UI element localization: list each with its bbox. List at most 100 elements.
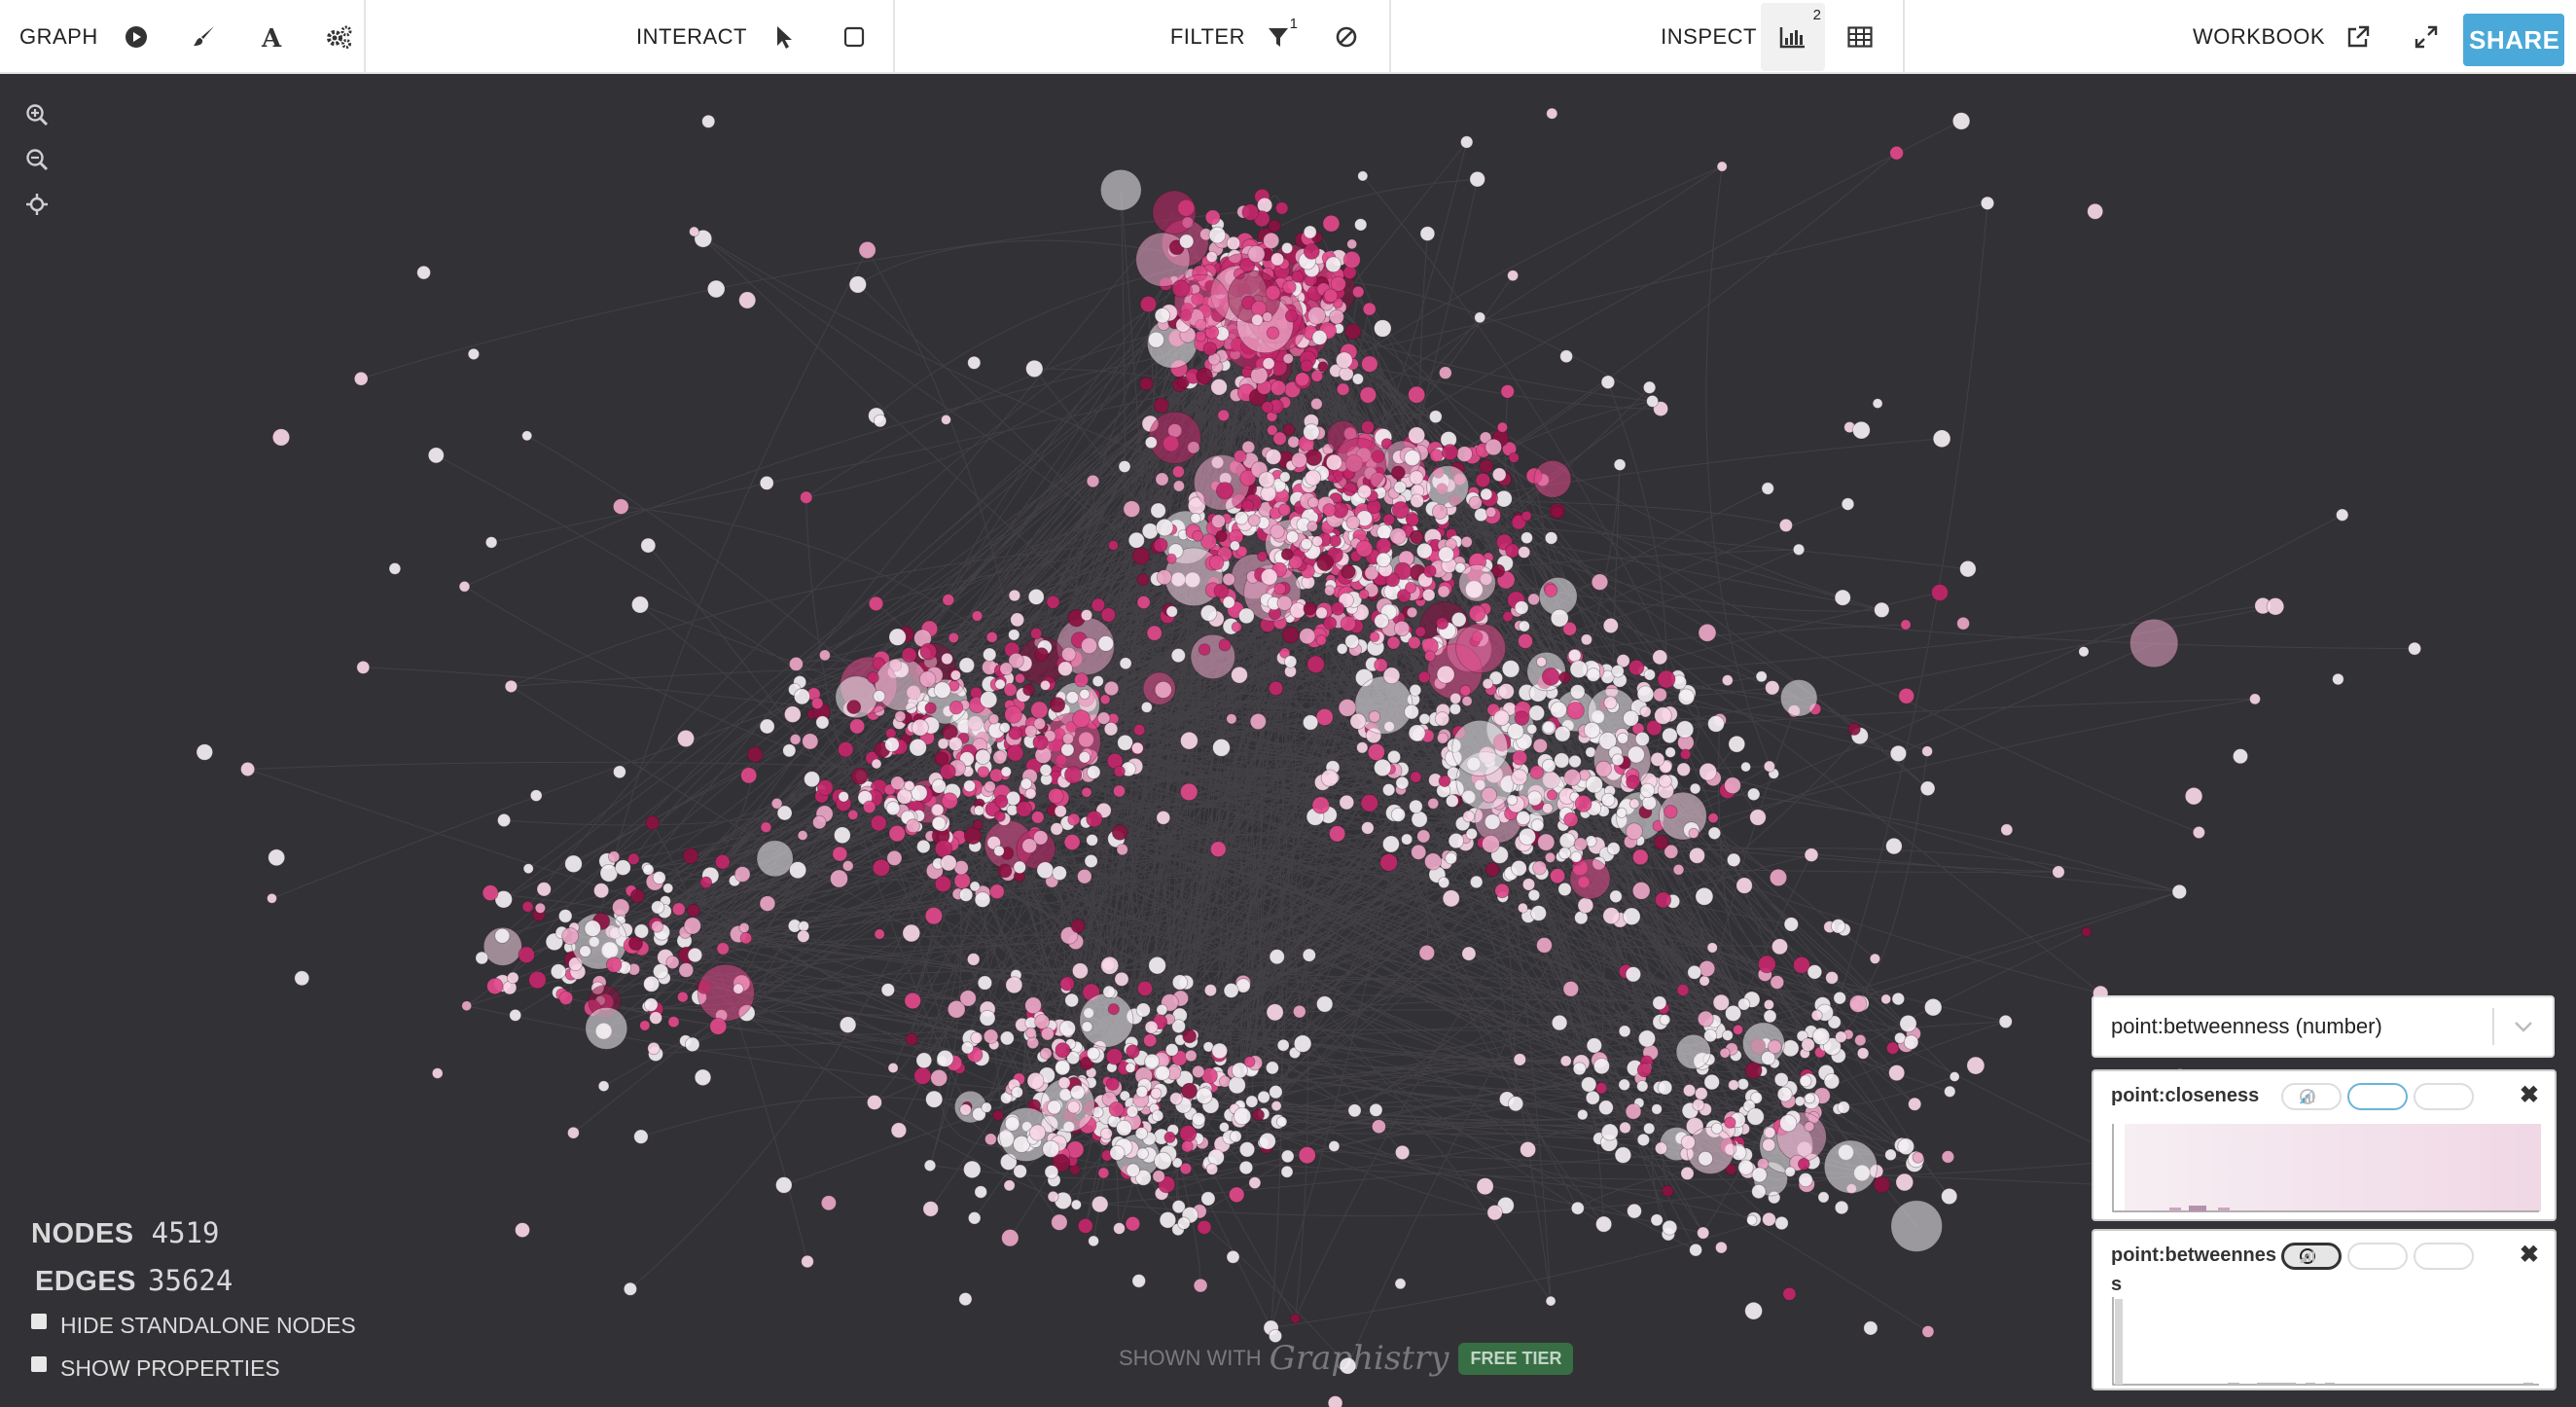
graph-node[interactable] bbox=[1872, 398, 1883, 410]
graph-node[interactable] bbox=[1698, 623, 1717, 642]
graph-node[interactable] bbox=[1480, 487, 1493, 501]
graph-node[interactable] bbox=[1664, 805, 1678, 819]
graph-node[interactable] bbox=[1105, 1048, 1124, 1065]
graph-node[interactable] bbox=[992, 1109, 1004, 1122]
graph-node[interactable] bbox=[1100, 607, 1117, 623]
graph-node[interactable] bbox=[1572, 1062, 1587, 1076]
graph-node[interactable] bbox=[550, 963, 567, 980]
graph-node[interactable] bbox=[1008, 589, 1021, 602]
graph-node[interactable] bbox=[1238, 1160, 1254, 1175]
graph-node[interactable] bbox=[1231, 621, 1242, 632]
graph-node[interactable] bbox=[1126, 1105, 1139, 1118]
graph-node[interactable] bbox=[1469, 875, 1484, 889]
graph-node[interactable] bbox=[521, 430, 533, 442]
graph-node[interactable] bbox=[746, 746, 764, 763]
graph-node[interactable] bbox=[558, 991, 574, 1005]
graph-node[interactable] bbox=[643, 975, 660, 992]
graph-node[interactable] bbox=[1047, 1100, 1062, 1115]
graph-node[interactable] bbox=[1143, 1033, 1158, 1048]
graph-node[interactable] bbox=[924, 702, 937, 714]
graph-node[interactable] bbox=[1150, 502, 1166, 519]
graph-node[interactable] bbox=[905, 1032, 918, 1046]
graph-node[interactable] bbox=[1514, 710, 1530, 726]
graph-node[interactable] bbox=[1626, 822, 1643, 841]
graph-node[interactable] bbox=[1728, 735, 1746, 753]
graph-node[interactable] bbox=[1226, 1249, 1240, 1264]
graph-node[interactable] bbox=[1956, 616, 1970, 631]
graph-node[interactable] bbox=[1204, 209, 1221, 226]
graph-node[interactable] bbox=[1438, 546, 1454, 563]
graph-node[interactable] bbox=[1570, 850, 1583, 863]
graph-node[interactable] bbox=[1219, 1122, 1230, 1133]
graph-node[interactable] bbox=[1551, 1014, 1568, 1031]
graph-node[interactable] bbox=[923, 1159, 937, 1172]
graph-node[interactable] bbox=[1600, 1123, 1619, 1141]
graph-node[interactable] bbox=[1324, 585, 1336, 596]
graph-node[interactable] bbox=[993, 845, 1005, 857]
graph-node[interactable] bbox=[1526, 790, 1543, 807]
graph-node[interactable] bbox=[884, 737, 900, 752]
graph-node[interactable] bbox=[1272, 431, 1287, 446]
graph-node[interactable] bbox=[1118, 460, 1131, 473]
graph-node[interactable] bbox=[1437, 585, 1450, 598]
graph-node[interactable] bbox=[1598, 1100, 1614, 1116]
graph-node[interactable] bbox=[904, 779, 915, 792]
graph-node[interactable] bbox=[1654, 706, 1672, 725]
graph-node[interactable] bbox=[1062, 733, 1075, 745]
histogram-mode-button[interactable] bbox=[2301, 1243, 2474, 1270]
graph-node[interactable] bbox=[1544, 531, 1558, 545]
graph-node[interactable] bbox=[1529, 765, 1544, 779]
graph-node[interactable] bbox=[1769, 868, 1788, 887]
graph-node[interactable] bbox=[1164, 1043, 1179, 1057]
graph-node[interactable] bbox=[1494, 883, 1510, 899]
graph-node[interactable] bbox=[1108, 540, 1119, 551]
graph-node[interactable] bbox=[1643, 668, 1656, 681]
graph-node[interactable] bbox=[1136, 1147, 1149, 1160]
graph-node[interactable] bbox=[1100, 169, 1142, 211]
graph-node[interactable] bbox=[1662, 1184, 1674, 1198]
graph-node[interactable] bbox=[629, 888, 645, 904]
graph-node[interactable] bbox=[1322, 214, 1341, 233]
graph-node[interactable] bbox=[1234, 1107, 1252, 1126]
graph-node[interactable] bbox=[1677, 688, 1696, 705]
graph-node[interactable] bbox=[1618, 1078, 1630, 1092]
graph-node[interactable] bbox=[1431, 503, 1449, 520]
graph-node[interactable] bbox=[1600, 375, 1616, 389]
graph-node[interactable] bbox=[1595, 1215, 1613, 1233]
graph-node[interactable] bbox=[1512, 749, 1528, 766]
graph-node[interactable] bbox=[1081, 1021, 1093, 1033]
graph-node[interactable] bbox=[685, 1036, 700, 1053]
graph-node[interactable] bbox=[915, 1052, 933, 1069]
graph-node[interactable] bbox=[1697, 1010, 1714, 1028]
graph-node[interactable] bbox=[2171, 884, 2188, 900]
graph-node[interactable] bbox=[797, 830, 808, 841]
graph-node[interactable] bbox=[1482, 834, 1500, 853]
graph-node[interactable] bbox=[1495, 489, 1513, 508]
graph-node[interactable] bbox=[1008, 629, 1020, 641]
graph-node[interactable] bbox=[975, 748, 991, 766]
graph-node[interactable] bbox=[1841, 497, 1855, 511]
graph-node[interactable] bbox=[863, 800, 877, 814]
graph-node[interactable] bbox=[1259, 1133, 1276, 1150]
graph-node[interactable] bbox=[1636, 1080, 1649, 1093]
graph-node[interactable] bbox=[999, 1030, 1015, 1046]
graph-node[interactable] bbox=[2408, 641, 2422, 656]
graph-node[interactable] bbox=[1222, 595, 1235, 609]
graph-node[interactable] bbox=[1091, 1195, 1109, 1213]
graph-node[interactable] bbox=[1284, 308, 1299, 323]
graph-node[interactable] bbox=[1546, 107, 1558, 120]
graph-node[interactable] bbox=[1451, 720, 1509, 776]
graph-node[interactable] bbox=[1029, 1124, 1047, 1141]
graph-node[interactable] bbox=[1249, 713, 1267, 731]
graph-node[interactable] bbox=[1211, 514, 1226, 529]
graph-node[interactable] bbox=[983, 647, 997, 662]
graph-node[interactable] bbox=[1131, 741, 1144, 755]
graph-node[interactable] bbox=[1404, 450, 1421, 467]
graph-node[interactable] bbox=[1060, 646, 1077, 663]
graph-node[interactable] bbox=[1155, 518, 1174, 537]
graph-node[interactable] bbox=[1798, 1172, 1813, 1188]
histogram-mode-button[interactable] bbox=[2301, 1083, 2474, 1110]
graph-node[interactable] bbox=[1217, 409, 1230, 422]
graph-node[interactable] bbox=[1482, 678, 1494, 690]
graph-node[interactable] bbox=[1491, 467, 1507, 483]
